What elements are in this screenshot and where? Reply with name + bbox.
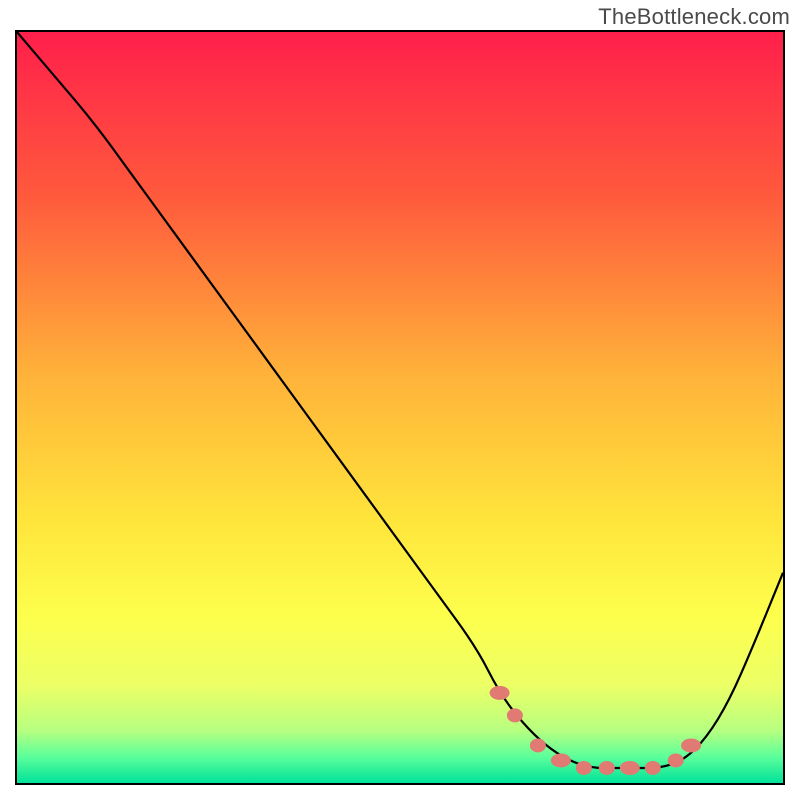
highlight-marker: [551, 753, 571, 767]
highlight-marker: [599, 761, 615, 775]
highlight-marker: [507, 708, 523, 722]
highlight-marker: [668, 753, 684, 767]
bottleneck-curve: [17, 32, 783, 768]
plot-area: [15, 30, 785, 785]
highlight-marker: [490, 686, 510, 700]
highlight-marker: [576, 761, 592, 775]
curve-layer: [17, 32, 783, 783]
highlight-marker: [681, 738, 701, 752]
highlight-marker: [530, 738, 546, 752]
chart-frame: TheBottleneck.com: [0, 0, 800, 800]
attribution-text: TheBottleneck.com: [598, 4, 790, 30]
highlight-marker-group: [490, 686, 702, 775]
highlight-marker: [620, 761, 640, 775]
plot-inner: [17, 32, 783, 783]
highlight-marker: [645, 761, 661, 775]
